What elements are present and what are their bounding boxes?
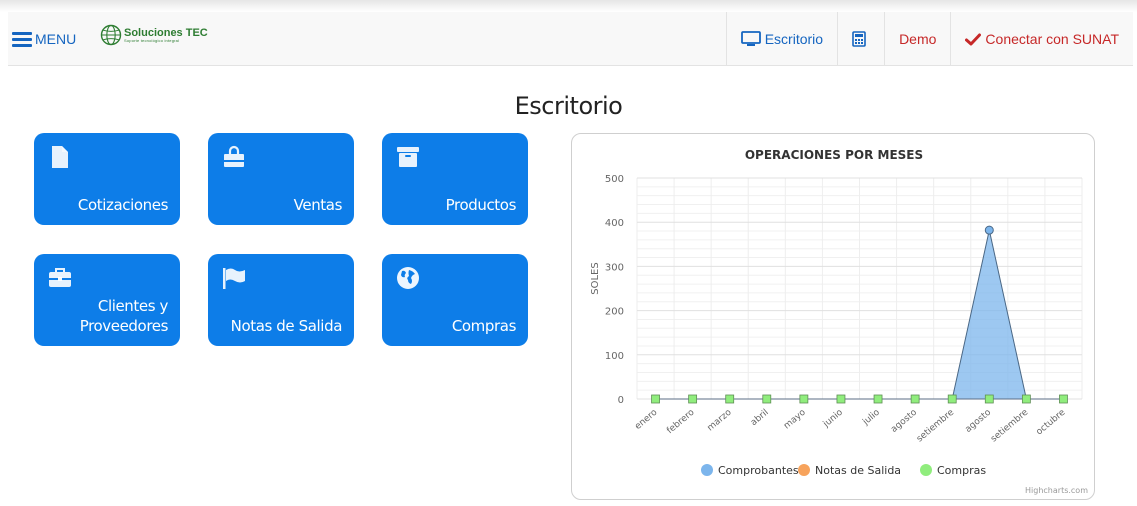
- globe-icon: [397, 267, 419, 289]
- data-point-comprobantes: [984, 225, 994, 235]
- logo-title: Soluciones TEC: [124, 26, 208, 39]
- legend-label: Comprobantes: [718, 464, 799, 477]
- data-point-compras: [799, 394, 809, 404]
- legend-marker: [701, 464, 713, 476]
- y-tick-label: 500: [605, 174, 624, 185]
- nav-sunat-label: Conectar con SUNAT: [985, 31, 1119, 47]
- tile-notas-salida[interactable]: Notas de Salida: [208, 254, 354, 346]
- calculator-icon: [852, 31, 866, 47]
- legend-label: Compras: [937, 464, 986, 477]
- hamburger-icon: [12, 31, 32, 47]
- tile-ventas[interactable]: Ventas: [208, 133, 354, 225]
- app-frame: MENU Soluciones TEC Soporte tecnológico …: [0, 0, 1137, 506]
- shopping-bag-icon: [224, 145, 244, 167]
- y-axis-label: SOLES: [590, 262, 601, 294]
- nav-escritorio-link[interactable]: Escritorio: [725, 12, 837, 66]
- tile-label: Cotizaciones: [77, 195, 169, 214]
- legend-label: Notas de Salida: [815, 464, 901, 477]
- y-tick-label: 400: [605, 218, 624, 229]
- x-tick-label: junio: [821, 407, 845, 430]
- legend-marker: [920, 464, 932, 476]
- y-tick-label: 100: [605, 351, 624, 362]
- data-point-compras: [984, 394, 994, 404]
- data-point-compras: [725, 394, 735, 404]
- data-point-compras: [1021, 394, 1031, 404]
- briefcase-icon: [49, 268, 71, 287]
- nav-demo-label: Demo: [899, 31, 937, 47]
- chart-title: OPERACIONES POR MESES: [745, 148, 923, 162]
- tile-label: Ventas: [293, 195, 343, 214]
- tile-productos[interactable]: Productos: [382, 133, 528, 225]
- tile-label: Compras: [451, 316, 517, 335]
- data-point-compras: [651, 394, 660, 404]
- top-shadow: [0, 0, 1137, 12]
- chart-credits: Highcharts.com: [1025, 486, 1088, 495]
- archive-box-icon: [397, 147, 419, 167]
- logo-subtitle: Soporte tecnológico integral: [124, 37, 180, 43]
- nav-escritorio-label: Escritorio: [764, 31, 824, 47]
- tile-compras[interactable]: Compras: [382, 254, 528, 346]
- nav-sunat-link[interactable]: Conectar con SUNAT: [950, 12, 1133, 66]
- navbar-right: Escritorio Demo Conectar con SUNAT: [725, 12, 1133, 66]
- menu-button[interactable]: MENU: [12, 28, 76, 50]
- operations-chart: OPERACIONES POR MESES 0 100 200 300 400 500 SOL…: [590, 148, 1088, 495]
- x-tick-label: marzo: [706, 407, 734, 433]
- tile-cotizaciones[interactable]: Cotizaciones: [34, 133, 180, 225]
- x-tick-label: abril: [749, 408, 771, 428]
- desktop-icon: [740, 31, 761, 46]
- nav-calculator-link[interactable]: [837, 12, 884, 66]
- x-tick-label: octubre: [1035, 407, 1068, 437]
- data-point-compras: [947, 394, 957, 404]
- data-point-compras: [910, 394, 920, 404]
- flag-icon: [223, 268, 245, 289]
- x-tick-label: agosto: [889, 407, 919, 435]
- chart-panel: OPERACIONES POR MESES 0 100 200 300 400 500 SOL…: [571, 133, 1095, 500]
- tile-label: Clientes y Proveedores: [79, 296, 169, 335]
- x-tick-label: enero: [633, 407, 660, 432]
- data-point-compras: [688, 394, 698, 404]
- menu-label: MENU: [35, 31, 77, 47]
- x-tick-label: setiembre: [915, 407, 956, 444]
- x-tick-label: julio: [860, 407, 882, 428]
- data-point-compras: [762, 394, 772, 404]
- tile-label: Productos: [445, 195, 517, 214]
- page-title: Escritorio: [514, 92, 623, 120]
- file-icon: [52, 146, 68, 168]
- check-icon: [965, 33, 982, 45]
- top-navbar: MENU Soluciones TEC Soporte tecnológico …: [8, 12, 1133, 66]
- data-point-compras: [836, 394, 846, 404]
- data-point-compras: [1059, 394, 1068, 404]
- data-point-compras: [873, 394, 883, 404]
- x-tick-label: febrero: [665, 407, 697, 436]
- tile-clientes-proveedores[interactable]: Clientes y Proveedores: [34, 254, 180, 346]
- y-tick-label: 200: [605, 307, 624, 318]
- tile-label: Notas de Salida: [230, 316, 343, 335]
- globe-logo-icon: [100, 24, 122, 46]
- nav-demo-link[interactable]: Demo: [884, 12, 950, 66]
- y-tick-label: 300: [605, 262, 624, 273]
- x-tick-label: setiembre: [989, 407, 1030, 444]
- legend-marker: [798, 464, 810, 476]
- x-tick-label: agosto: [963, 407, 993, 435]
- x-tick-label: mayo: [782, 407, 808, 431]
- y-tick-label: 0: [618, 395, 624, 406]
- brand-logo[interactable]: Soluciones TEC Soporte tecnológico integ…: [100, 24, 208, 46]
